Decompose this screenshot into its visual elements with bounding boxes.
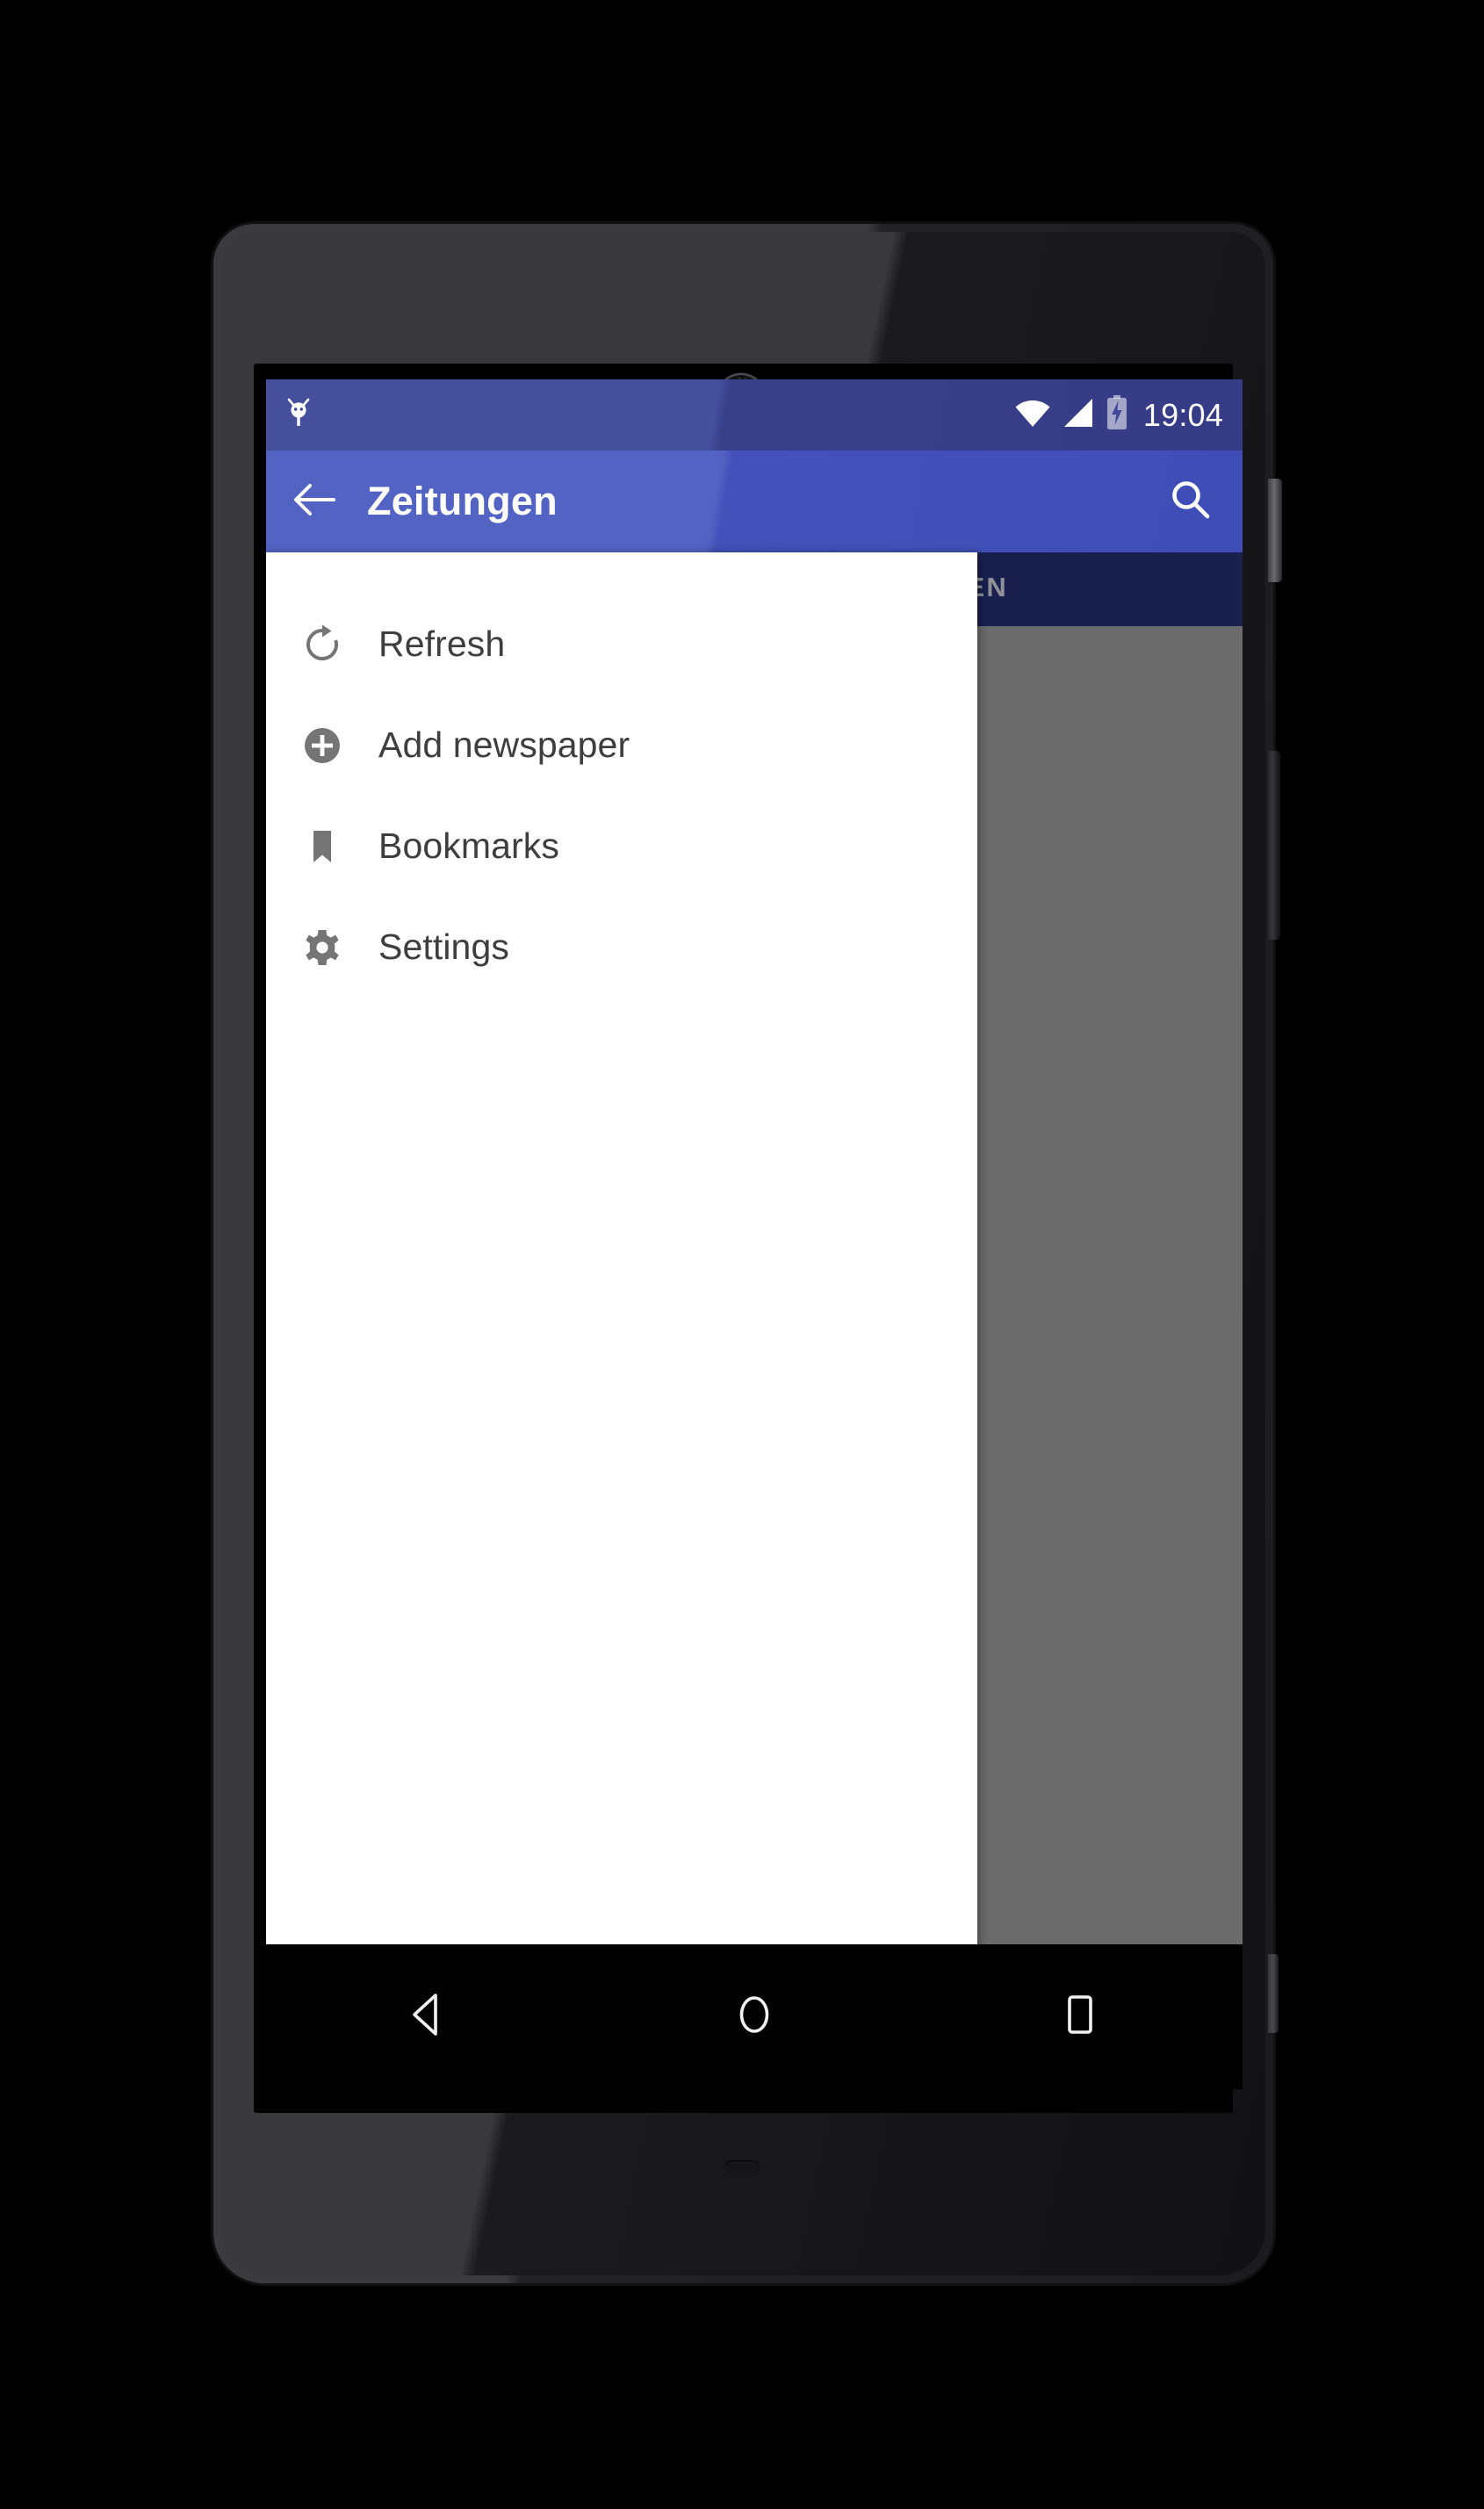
add-circle-icon [266,725,378,767]
action-bar: Zeitungen [266,451,1243,552]
gear-icon [266,926,378,969]
cellular-signal-icon [1063,398,1094,432]
drawer-item-add-newspaper[interactable]: Add newspaper [266,695,977,796]
bottom-microphone [724,2160,760,2173]
volume-rocker-button[interactable] [1268,751,1280,940]
drawer-item-list: Refresh Add newspaper Bookmarks Settings [266,552,977,998]
status-bar-clock: 19:04 [1142,396,1223,433]
nav-home-button[interactable] [675,1944,833,2089]
refresh-icon [266,624,378,666]
page-title: Zeitungen [367,479,558,523]
nav-recents-button[interactable] [1001,1944,1159,2089]
android-bug-icon [284,396,313,434]
status-bar-system-icons: 19:04 [1014,395,1243,435]
drawer-item-bookmarks[interactable]: Bookmarks [266,796,977,897]
android-navigation-bar [266,1944,1243,2089]
nav-back-button[interactable] [349,1944,508,2089]
drawer-item-label: Bookmarks [378,826,559,866]
status-bar: 19:04 [266,379,1243,451]
search-icon [1168,477,1214,527]
drawer-item-label: Refresh [378,624,506,664]
arrow-left-icon [292,479,337,524]
phone-screen: RITEN [266,379,1243,2089]
wifi-icon [1014,398,1051,432]
navigation-drawer: Refresh Add newspaper Bookmarks Settings [266,552,977,2089]
nav-recents-square-icon [1057,1990,1103,2044]
status-bar-notification-area [266,396,1014,434]
drawer-item-label: Add newspaper [378,725,630,765]
drawer-item-refresh[interactable]: Refresh [266,594,977,695]
nav-back-triangle-icon [406,1990,451,2044]
sim-tray[interactable] [1268,1954,1279,2033]
power-button[interactable] [1268,479,1282,582]
drawer-item-settings[interactable]: Settings [266,897,977,998]
nav-home-circle-icon [731,1990,777,2044]
search-button[interactable] [1139,451,1243,552]
bookmark-icon [266,826,378,868]
back-navigation-button[interactable] [266,451,363,552]
drawer-item-label: Settings [378,926,509,967]
battery-charging-icon [1106,395,1128,435]
